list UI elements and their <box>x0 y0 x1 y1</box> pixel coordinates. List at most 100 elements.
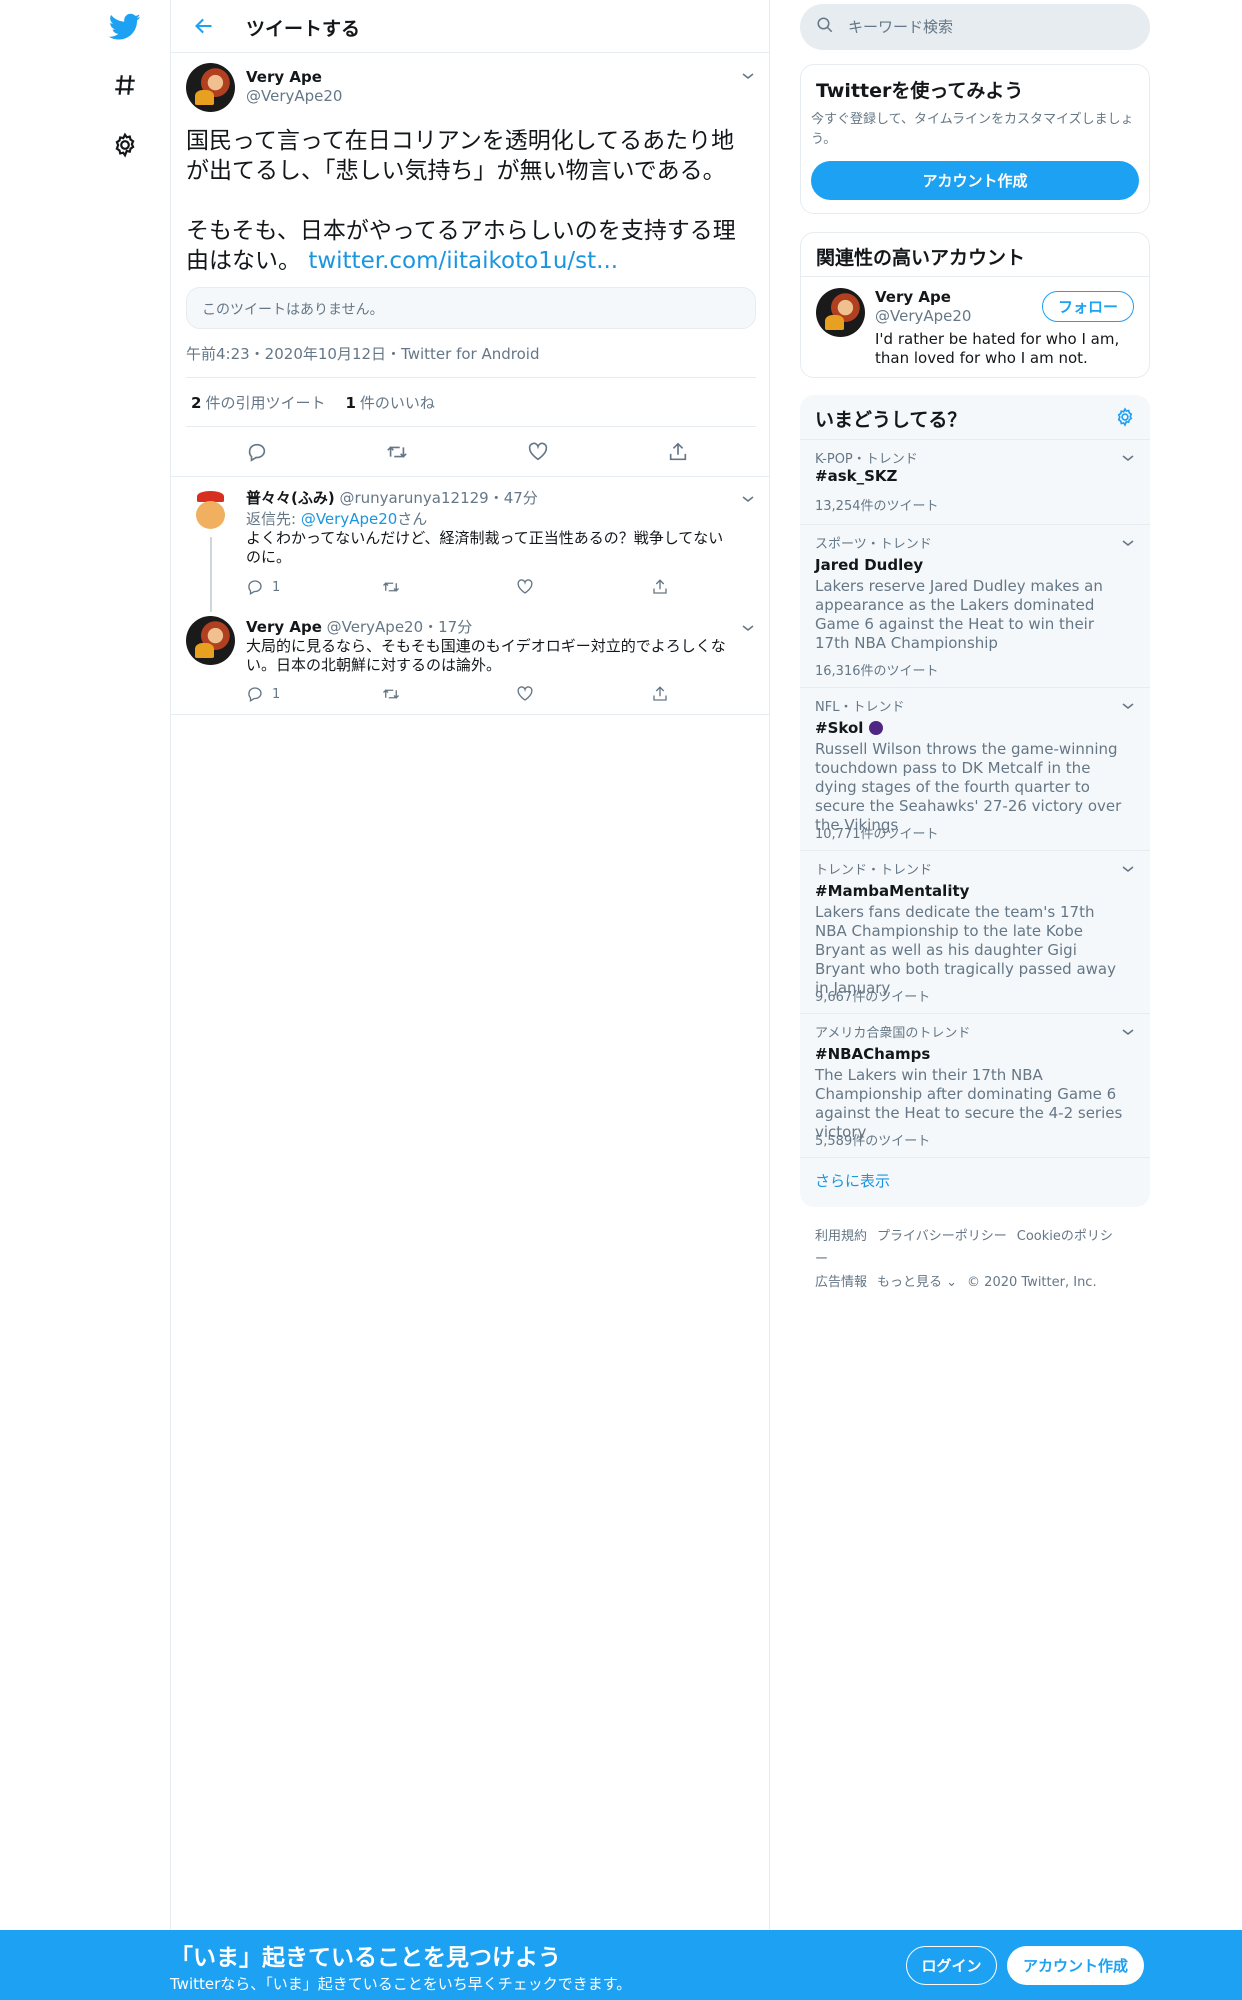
back-arrow-icon[interactable] <box>189 11 219 41</box>
trend-menu-chevron-icon[interactable] <box>1118 696 1138 716</box>
divider <box>801 276 1149 277</box>
reply-avatar[interactable] <box>186 616 235 665</box>
trend-name: Jared Dudley <box>815 556 924 574</box>
reply-time[interactable]: ・47分 <box>489 489 538 507</box>
thread-connector-line <box>210 537 212 612</box>
trend-menu-chevron-icon[interactable] <box>1118 448 1138 468</box>
bottom-bar-title: 「いま」起きていることを見つけよう <box>170 1945 561 1971</box>
related-title: 関連性の高いアカウント <box>816 247 1026 269</box>
footer-row-1: 利用規約 プライバシーポリシー Cookieのポリシー <box>815 1225 1135 1271</box>
reply-icon[interactable] <box>243 438 271 466</box>
reply-avatar[interactable] <box>186 487 235 536</box>
quote-count: 2 <box>191 393 202 412</box>
trend-item[interactable]: アメリカ合衆国のトレンド #NBAChamps The Lakers win t… <box>800 1013 1150 1157</box>
privacy-link[interactable]: プライバシーポリシー <box>877 1229 1007 1244</box>
page-title: ツイートする <box>246 18 361 40</box>
trend-count: 16,316件のツイート <box>815 664 939 679</box>
vikings-emoji-icon <box>868 721 883 735</box>
trend-name: #NBAChamps <box>815 1045 931 1063</box>
terms-link[interactable]: 利用規約 <box>815 1229 867 1244</box>
search-icon <box>816 16 834 38</box>
retweet-icon[interactable] <box>383 438 411 466</box>
tweet-link[interactable]: twitter.com/iitaikoto1u/st... <box>308 248 618 274</box>
related-handle[interactable]: @VeryApe20 <box>875 307 971 325</box>
trend-name: #Skol <box>815 719 883 737</box>
like-count: 1 <box>345 393 356 412</box>
show-more-link[interactable]: さらに表示 <box>815 1170 890 1191</box>
related-bio: I'd rather be hated for who I am, than l… <box>875 330 1120 367</box>
reply-menu-chevron-icon[interactable] <box>738 618 758 638</box>
like-heart-icon[interactable] <box>524 438 552 466</box>
retweet-icon[interactable] <box>381 684 401 704</box>
related-avatar[interactable] <box>816 288 865 337</box>
ads-info-link[interactable]: 広告情報 <box>815 1275 867 1290</box>
copyright: © 2020 Twitter, Inc. <box>967 1275 1097 1290</box>
missing-quote-notice: このツイートはありません。 <box>186 287 756 329</box>
twitter-logo-icon[interactable] <box>100 2 150 52</box>
signup-card-desc: 今すぐ登録して、タイムラインをカスタマイズしましょう。 <box>811 112 1134 147</box>
author-name[interactable]: Very Ape <box>246 68 322 86</box>
page-header: ツイートする <box>171 0 770 53</box>
trend-menu-chevron-icon[interactable] <box>1118 533 1138 553</box>
share-icon[interactable] <box>651 684 669 704</box>
more-link[interactable]: もっと見る ⌄ <box>877 1275 957 1290</box>
follow-button[interactable]: フォロー <box>1042 291 1134 322</box>
share-icon[interactable] <box>664 438 692 466</box>
signup-button[interactable]: アカウント作成 <box>1007 1946 1144 1985</box>
tweet-timestamp[interactable]: 午前4:23・2020年10月12日・Twitter for Android <box>186 343 539 364</box>
trend-item[interactable]: トレンド・トレンド #MambaMentality Lakers fans de… <box>800 850 1150 1013</box>
trends-title: いまどうしてる？ <box>815 409 967 431</box>
trend-count: 13,254件のツイート <box>815 499 939 514</box>
reply-button[interactable]: 1 <box>246 684 280 704</box>
retweet-icon[interactable] <box>381 577 401 597</box>
related-name[interactable]: Very Ape <box>875 288 951 306</box>
reply-author-handle[interactable]: @runyarunya12129 <box>340 489 489 507</box>
trend-item[interactable]: K-POP・トレンド #ask_SKZ 13,254件のツイート <box>800 439 1150 524</box>
main-column: ツイートする Very Ape @VeryApe20 国民って言って在日コリアン… <box>170 0 770 1930</box>
trends-card: いまどうしてる？ K-POP・トレンド #ask_SKZ 13,254件のツイー… <box>800 395 1150 1207</box>
like-heart-icon[interactable] <box>516 577 534 597</box>
trend-count: 9,667件のツイート <box>815 990 931 1005</box>
reply-author-name[interactable]: Very Ape <box>246 618 322 636</box>
share-icon[interactable] <box>651 577 669 597</box>
settings-gear-icon[interactable] <box>100 120 150 170</box>
likes-stat[interactable]: 1 件のいいね <box>345 392 434 413</box>
trend-context: スポーツ・トレンド <box>815 537 932 552</box>
trends-settings-gear-icon[interactable] <box>1115 407 1137 429</box>
trend-menu-chevron-icon[interactable] <box>1118 859 1138 879</box>
reply-time[interactable]: ・17分 <box>423 618 472 636</box>
divider <box>171 714 770 715</box>
reply-author-name[interactable]: 普々々(ふみ) <box>246 489 335 507</box>
reply-button[interactable]: 1 <box>246 577 280 597</box>
author-avatar[interactable] <box>186 63 235 112</box>
reply-menu-chevron-icon[interactable] <box>738 489 758 509</box>
tweet-text: 国民って言って在日コリアンを透明化してるあたり地が出てるし、「悲しい気持ち」が無… <box>186 126 756 276</box>
trend-count: 10,771件のツイート <box>815 827 939 842</box>
search-input[interactable] <box>848 18 1128 36</box>
search-box[interactable] <box>800 4 1150 50</box>
trend-menu-chevron-icon[interactable] <box>1118 1022 1138 1042</box>
explore-hashtag-icon[interactable] <box>100 60 150 110</box>
trend-context: NFL・トレンド <box>815 700 905 715</box>
divider <box>171 476 770 477</box>
author-handle[interactable]: @VeryApe20 <box>246 87 342 105</box>
trend-item[interactable]: スポーツ・トレンド Jared Dudley Lakers reserve Ja… <box>800 524 1150 687</box>
quote-tweets-stat[interactable]: 2 件の引用ツイート <box>191 392 325 413</box>
like-heart-icon[interactable] <box>516 684 534 704</box>
reply-to-handle[interactable]: @VeryApe20 <box>301 510 397 528</box>
login-button[interactable]: ログイン <box>906 1946 997 1985</box>
reply-to-prefix: 返信先: <box>246 510 301 528</box>
create-account-button[interactable]: アカウント作成 <box>811 161 1139 200</box>
reply-icon <box>248 580 262 595</box>
trend-item[interactable]: NFL・トレンド #Skol Russell Wilson throws the… <box>800 687 1150 850</box>
reply-author-handle[interactable]: @VeryApe20 <box>327 618 423 636</box>
trend-description: Lakers fans dedicate the team's 17th NBA… <box>815 903 1116 997</box>
trend-context: K-POP・トレンド <box>815 452 918 467</box>
tweet-menu-chevron-icon[interactable] <box>738 66 758 86</box>
divider <box>800 1157 1150 1158</box>
reply-header: Very Ape @VeryApe20・17分 <box>246 616 472 637</box>
related-accounts-card: 関連性の高いアカウント Very Ape @VeryApe20 フォロー I'd… <box>800 232 1150 378</box>
footer-row-2: 広告情報 もっと見る ⌄ © 2020 Twitter, Inc. <box>815 1271 1135 1294</box>
bottom-signup-bar: 「いま」起きていることを見つけよう Twitterなら、「いま」起きていることを… <box>0 1930 1242 2000</box>
reply-count: 1 <box>272 686 281 702</box>
